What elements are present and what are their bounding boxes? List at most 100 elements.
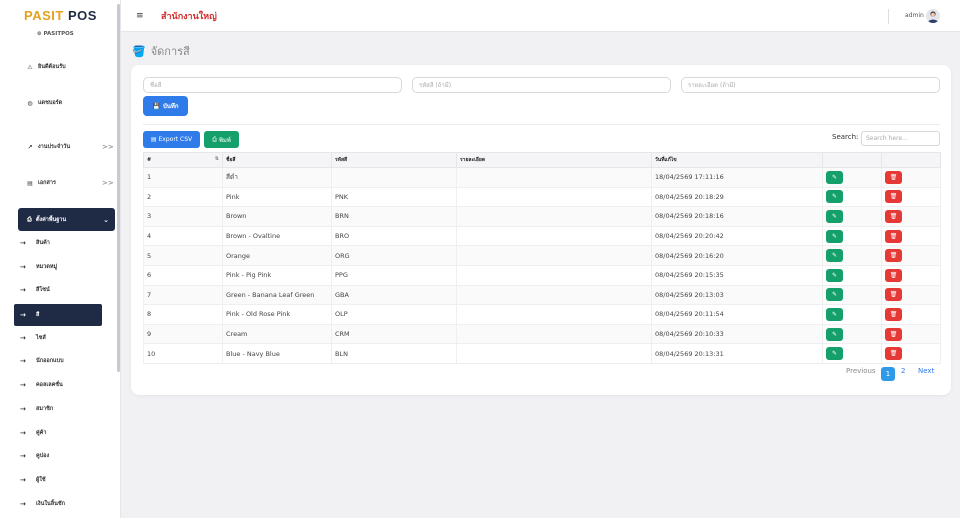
- cell-delete: 🗑: [881, 225, 941, 247]
- content-card: 💾 บันทึก ▤ Export CSV ⎙ พิมพ์ Search: #⇅…: [131, 65, 951, 395]
- cell-detail: [456, 304, 652, 325]
- trash-icon: 🗑: [889, 271, 898, 279]
- printer-icon: ⎙: [212, 135, 217, 143]
- table-row: 8 Pink - Old Rose Pink OLP 08/04/2569 20:11…: [143, 304, 941, 325]
- sidebar-subitem-colors[interactable]: → สี: [14, 304, 102, 326]
- sort-icon[interactable]: ⇅: [215, 156, 219, 162]
- sidebar-subitem-sizes[interactable]: → ไซส์: [20, 334, 46, 342]
- delete-button[interactable]: 🗑: [885, 190, 902, 204]
- print-button[interactable]: ⎙ พิมพ์: [204, 131, 239, 148]
- cell-name: สีดำ: [222, 167, 332, 188]
- sidebar-item-welcome[interactable]: ⚠ ยินดีต้อนรับ: [26, 63, 65, 71]
- table-row: 6 Pink - Pig Pink PPG 08/04/2569 20:15:35 ✎ 🗑: [143, 264, 941, 286]
- divider: [143, 124, 940, 125]
- sidebar-subitem-categories[interactable]: → หมวดหมู่: [20, 263, 57, 271]
- delete-button[interactable]: 🗑: [885, 229, 902, 243]
- delete-button[interactable]: 🗑: [885, 249, 902, 263]
- delete-button[interactable]: 🗑: [885, 170, 902, 184]
- cell-code: BLN: [331, 343, 457, 364]
- pencil-icon: ✎: [831, 271, 838, 279]
- delete-button[interactable]: 🗑: [885, 327, 902, 341]
- table-row: 3 Brown BRN 08/04/2569 20:18:16 ✎ 🗑: [143, 206, 941, 227]
- edit-button[interactable]: ✎: [826, 288, 843, 302]
- save-button[interactable]: 💾 บันทึก: [143, 96, 188, 116]
- cell-updated: 08/04/2569 20:18:16: [651, 206, 823, 227]
- delete-button[interactable]: 🗑: [885, 209, 902, 223]
- pagination-page-2[interactable]: 2: [901, 367, 905, 375]
- sidebar-item-settings[interactable]: ⎙ ตั้งค่าพื้นฐาน ⌄: [18, 208, 115, 231]
- delete-button[interactable]: 🗑: [885, 307, 902, 321]
- topbar-divider: [888, 9, 889, 24]
- table-row: 10 Blue - Navy Blue BLN 08/04/2569 20:13:31…: [143, 343, 941, 364]
- sidebar-subitem-users[interactable]: → ผู้ใช้: [20, 476, 46, 484]
- edit-button[interactable]: ✎: [826, 249, 843, 263]
- trash-icon: 🗑: [889, 291, 898, 299]
- sidebar-item-docs[interactable]: ▤ เอกสาร >>: [26, 179, 114, 187]
- sidebar-scrollbar[interactable]: [117, 4, 120, 372]
- sidebar-subitem-color-zones[interactable]: → สีโซน์: [20, 286, 50, 294]
- sidebar-item-label: เอกสาร: [38, 180, 56, 186]
- arrow-right-icon: →: [20, 476, 26, 484]
- pagination-previous[interactable]: Previous: [846, 367, 876, 375]
- sidebar-item-daily[interactable]: ↗ งานประจำวัน >>: [26, 143, 113, 151]
- delete-button[interactable]: 🗑: [885, 288, 902, 302]
- sidebar-subitem-label: ผู้ใช้: [36, 477, 46, 483]
- sidebar-subitem-designers[interactable]: → นักออกแบบ: [20, 357, 64, 365]
- sidebar-subitem-collections[interactable]: → คอลเลคชั่น: [20, 381, 63, 389]
- cell-edit: ✎: [822, 264, 882, 286]
- cell-edit: ✎: [822, 167, 882, 188]
- chevron-down-icon: ⌄: [103, 215, 109, 224]
- user-name[interactable]: admin: [905, 12, 924, 19]
- delete-button[interactable]: 🗑: [885, 347, 902, 361]
- edit-button[interactable]: ✎: [826, 268, 843, 282]
- color-code-input[interactable]: [412, 77, 671, 93]
- search-input[interactable]: [861, 131, 940, 146]
- sidebar: PASIT POS ⊚ PASITPOS ⚠ ยินดีต้อนรับ ◍ แด…: [0, 0, 121, 518]
- column-header-number[interactable]: # ⇅: [143, 152, 223, 168]
- color-detail-input[interactable]: [681, 77, 940, 93]
- cell-code: CRM: [331, 323, 457, 345]
- chevron-right-icon: >>: [102, 143, 114, 151]
- edit-button[interactable]: ✎: [826, 347, 843, 361]
- cell-detail: [456, 245, 652, 266]
- column-header-updated[interactable]: วันที่แก้ไข: [651, 152, 823, 168]
- pencil-icon: ✎: [831, 310, 838, 318]
- trash-icon: 🗑: [889, 310, 898, 318]
- sidebar-item-dashboard[interactable]: ◍ แดชบอร์ด: [26, 99, 62, 107]
- arrow-right-icon: →: [20, 357, 26, 365]
- arrow-right-icon: →: [20, 334, 26, 342]
- sidebar-subitem-coupons[interactable]: → คูปอง: [20, 452, 49, 460]
- cell-updated: 08/04/2569 20:16:20: [651, 245, 823, 266]
- hamburger-menu-icon[interactable]: ≡: [136, 11, 144, 21]
- edit-button[interactable]: ✎: [826, 327, 843, 341]
- cell-edit: ✎: [822, 206, 882, 227]
- floppy-disk-icon: 💾: [152, 102, 160, 110]
- brand-part2: POS: [67, 8, 97, 23]
- edit-button[interactable]: ✎: [826, 307, 843, 321]
- sidebar-subitem-cash-drawer[interactable]: → เงินในลิ้นชัก: [20, 500, 65, 508]
- edit-button[interactable]: ✎: [826, 170, 843, 184]
- sidebar-subitem-partners[interactable]: → คู่ค้า: [20, 429, 46, 437]
- color-name-input[interactable]: [143, 77, 402, 93]
- search-label: Search:: [832, 133, 859, 141]
- cell-number: 3: [143, 206, 223, 227]
- sidebar-subitem-products[interactable]: → สินค้า: [20, 239, 50, 247]
- arrow-right-icon: →: [20, 263, 26, 271]
- user-avatar[interactable]: [926, 9, 940, 23]
- table-row: 5 Orange ORG 08/04/2569 20:16:20 ✎ 🗑: [143, 245, 941, 266]
- edit-button[interactable]: ✎: [826, 190, 843, 204]
- edit-button[interactable]: ✎: [826, 209, 843, 223]
- column-header-detail[interactable]: รายละเอียด: [456, 152, 652, 168]
- column-header-delete: [881, 152, 941, 168]
- edit-button[interactable]: ✎: [826, 229, 843, 243]
- delete-button[interactable]: 🗑: [885, 268, 902, 282]
- export-csv-button[interactable]: ▤ Export CSV: [143, 131, 200, 148]
- pagination-page-1[interactable]: 1: [881, 367, 895, 381]
- column-header-code[interactable]: รหัสสี: [331, 152, 457, 168]
- pagination-next[interactable]: Next: [918, 367, 934, 375]
- sidebar-subitem-label: เงินในลิ้นชัก: [36, 501, 65, 507]
- sidebar-subitem-members[interactable]: → สมาชิก: [20, 405, 53, 413]
- arrow-right-icon: →: [20, 311, 26, 319]
- column-header-name[interactable]: ชื่อสี: [222, 152, 332, 168]
- sidebar-item-label: ตั้งค่าพื้นฐาน: [35, 216, 67, 223]
